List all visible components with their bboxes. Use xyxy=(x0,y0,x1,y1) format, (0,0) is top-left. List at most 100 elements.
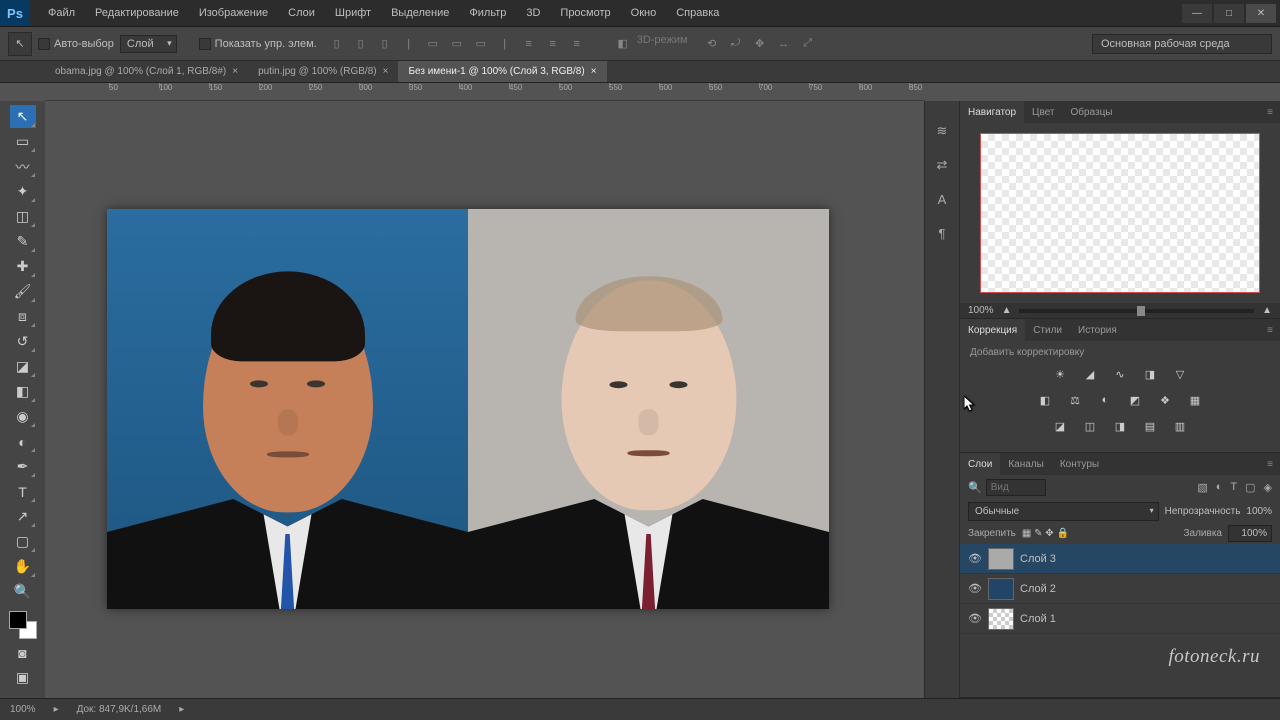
posterize-icon[interactable]: ◫ xyxy=(1080,416,1100,436)
layer-row[interactable]: 👁 Слой 2 xyxy=(960,574,1280,604)
align-center-icon[interactable]: ▯ xyxy=(351,34,371,54)
screenmode-button[interactable]: ▣ xyxy=(10,666,36,689)
blend-mode-select[interactable]: Обычные xyxy=(968,502,1159,521)
layer-thumbnail[interactable] xyxy=(988,548,1014,570)
blur-tool[interactable]: ◉ xyxy=(10,405,36,428)
filter-adjust-icon[interactable]: ◐ xyxy=(1216,481,1223,494)
status-arrow-icon[interactable]: ▸ xyxy=(179,704,184,715)
invert-icon[interactable]: ◪ xyxy=(1050,416,1070,436)
paragraph-icon[interactable]: ¶ xyxy=(932,223,952,243)
layer-filter-input[interactable] xyxy=(986,479,1046,496)
3d-roll-icon[interactable]: ⤾ xyxy=(726,34,746,54)
doc-tab-2[interactable]: Без имени-1 @ 100% (Слой 3, RGB/8)× xyxy=(398,61,606,82)
wand-tool[interactable]: ✦ xyxy=(10,180,36,203)
lookup-icon[interactable]: ▦ xyxy=(1185,390,1205,410)
eraser-tool[interactable]: ◪ xyxy=(10,355,36,378)
layer-thumbnail[interactable] xyxy=(988,578,1014,600)
filter-shape-icon[interactable]: ▢ xyxy=(1245,481,1255,494)
character-icon[interactable]: A xyxy=(932,189,952,209)
tab-swatches[interactable]: Образцы xyxy=(1062,101,1120,123)
panel-menu-icon[interactable]: ≡ xyxy=(1260,101,1280,123)
crop-tool[interactable]: ◫ xyxy=(10,205,36,228)
zoom-in-icon[interactable]: ▲ xyxy=(1262,305,1272,316)
tab-navigator[interactable]: Навигатор xyxy=(960,101,1024,123)
3d-pan-icon[interactable]: ✥ xyxy=(750,34,770,54)
maximize-button[interactable]: □ xyxy=(1214,4,1244,23)
brightness-icon[interactable]: ☀ xyxy=(1050,364,1070,384)
panel-menu-icon[interactable]: ≡ xyxy=(1260,319,1280,341)
channel-mixer-icon[interactable]: ❖ xyxy=(1155,390,1175,410)
3d-orbit-icon[interactable]: ⟲ xyxy=(702,34,722,54)
distribute-v-icon[interactable]: ≡ xyxy=(543,34,563,54)
align-bottom-icon[interactable]: ▭ xyxy=(471,34,491,54)
tab-channels[interactable]: Каналы xyxy=(1000,453,1052,475)
tab-paths[interactable]: Контуры xyxy=(1052,453,1107,475)
move-tool-icon[interactable]: ↖ xyxy=(8,32,32,56)
zoom-tool[interactable]: 🔍 xyxy=(10,580,36,603)
align-middle-icon[interactable]: ▭ xyxy=(447,34,467,54)
type-tool[interactable]: T xyxy=(10,480,36,503)
menu-edit[interactable]: Редактирование xyxy=(85,0,189,26)
zoom-out-icon[interactable]: ▲ xyxy=(1002,305,1012,316)
menu-image[interactable]: Изображение xyxy=(189,0,278,26)
exposure-icon[interactable]: ◨ xyxy=(1140,364,1160,384)
shape-tool[interactable]: ▢ xyxy=(10,530,36,553)
menu-view[interactable]: Просмотр xyxy=(550,0,620,26)
layer-row[interactable]: 👁 Слой 1 xyxy=(960,604,1280,634)
quickmask-button[interactable]: ◙ xyxy=(10,641,36,664)
lock-all-icon[interactable]: 🔒 xyxy=(1056,528,1068,539)
menu-window[interactable]: Окно xyxy=(621,0,667,26)
photo-filter-icon[interactable]: ◩ xyxy=(1125,390,1145,410)
move-tool[interactable]: ↖ xyxy=(10,105,36,128)
lock-brush-icon[interactable]: ✎ xyxy=(1034,528,1042,539)
align-left-icon[interactable]: ▯ xyxy=(327,34,347,54)
foreground-color[interactable] xyxy=(9,611,27,629)
color-swatches[interactable] xyxy=(9,611,37,639)
path-tool[interactable]: ↗ xyxy=(10,505,36,528)
menu-select[interactable]: Выделение xyxy=(381,0,459,26)
filter-smart-icon[interactable]: ◈ xyxy=(1264,481,1272,494)
heal-tool[interactable]: ✚ xyxy=(10,255,36,278)
align-top-icon[interactable]: ▭ xyxy=(423,34,443,54)
3d-slide-icon[interactable]: ↔ xyxy=(774,34,794,54)
gradient-tool[interactable]: ◧ xyxy=(10,380,36,403)
tab-styles[interactable]: Стили xyxy=(1025,319,1070,341)
fill-value[interactable]: 100% xyxy=(1228,525,1272,542)
3d-zoom-icon[interactable]: ⤢ xyxy=(798,34,818,54)
layer-thumbnail[interactable] xyxy=(988,608,1014,630)
gradient-map-icon[interactable]: ▤ xyxy=(1140,416,1160,436)
navigator-zoom-slider[interactable] xyxy=(1019,309,1254,313)
close-button[interactable]: ✕ xyxy=(1246,4,1276,23)
lock-position-icon[interactable]: ✥ xyxy=(1045,528,1053,539)
menu-filter[interactable]: Фильтр xyxy=(459,0,516,26)
curves-icon[interactable]: ∿ xyxy=(1110,364,1130,384)
status-zoom[interactable]: 100% xyxy=(10,704,36,715)
dodge-tool[interactable]: ◐ xyxy=(10,430,36,453)
visibility-icon[interactable]: 👁 xyxy=(968,612,982,625)
document-canvas[interactable] xyxy=(107,209,829,609)
auto-select-target[interactable]: Слой xyxy=(120,35,177,53)
distribute-h-icon[interactable]: ≡ xyxy=(519,34,539,54)
close-icon[interactable]: × xyxy=(591,66,597,77)
selective-icon[interactable]: ▥ xyxy=(1170,416,1190,436)
tab-history[interactable]: История xyxy=(1070,319,1125,341)
menu-file[interactable]: Файл xyxy=(38,0,85,26)
lock-pixels-icon[interactable]: ▦ xyxy=(1022,528,1031,539)
layer-name[interactable]: Слой 3 xyxy=(1020,553,1056,565)
status-icon[interactable]: ▸ xyxy=(54,704,59,715)
opacity-value[interactable]: 100% xyxy=(1246,506,1272,517)
pen-tool[interactable]: ✒ xyxy=(10,455,36,478)
menu-type[interactable]: Шрифт xyxy=(325,0,381,26)
status-doc-info[interactable]: Док: 847,9K/1,66M xyxy=(77,704,162,715)
lasso-tool[interactable]: 〰 xyxy=(10,155,36,178)
align-right-icon[interactable]: ▯ xyxy=(375,34,395,54)
eyedropper-tool[interactable]: ✎ xyxy=(10,230,36,253)
minimize-button[interactable]: — xyxy=(1182,4,1212,23)
menu-3d[interactable]: 3D xyxy=(516,0,550,26)
hue-icon[interactable]: ◧ xyxy=(1035,390,1055,410)
brush-tool[interactable]: 🖌 xyxy=(10,280,36,303)
marquee-tool[interactable]: ▭ xyxy=(10,130,36,153)
filter-pixel-icon[interactable]: ▧ xyxy=(1197,481,1207,494)
layer-name[interactable]: Слой 2 xyxy=(1020,583,1056,595)
stamp-tool[interactable]: ⧈ xyxy=(10,305,36,328)
